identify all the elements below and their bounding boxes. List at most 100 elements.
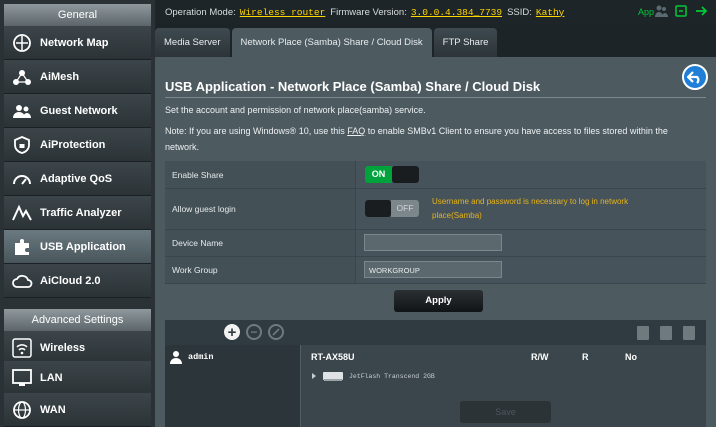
sidebar-item-label: AiMesh	[40, 70, 80, 83]
tab-ftp-share[interactable]: FTP Share	[433, 28, 498, 57]
note-text-2: to enable SMBv1 Client to ensure you hav…	[365, 126, 668, 136]
sidebar-item-label: Network Map	[40, 36, 109, 49]
sidebar-item-guest-network[interactable]: Guest Network	[4, 94, 151, 128]
sidebar-item-adaptive-qos[interactable]: Adaptive QoS	[4, 162, 151, 196]
expand-arrow-icon[interactable]	[311, 373, 317, 379]
apply-button[interactable]: Apply	[394, 290, 483, 312]
enable-share-label: Enable Share	[172, 170, 224, 180]
general-header: General	[4, 4, 151, 26]
sidebar-item-label: LAN	[40, 371, 63, 384]
sidebar-item-label: Guest Network	[40, 104, 118, 117]
tab-media-server[interactable]: Media Server	[155, 28, 230, 57]
toggle-knob	[392, 166, 419, 183]
remove-user-icon[interactable]: −	[246, 324, 262, 340]
user-icon	[170, 351, 182, 364]
work-group-label: Work Group	[172, 265, 218, 275]
device-name-label: Device Name	[172, 238, 224, 248]
add-user-icon[interactable]: +	[224, 324, 240, 340]
wifi-icon	[11, 337, 33, 359]
tab-strip: Media Server Network Place (Samba) Share…	[155, 28, 498, 57]
speedometer-icon	[11, 168, 33, 190]
sidebar-item-lan[interactable]: LAN	[4, 361, 151, 395]
add-folder-icon[interactable]	[637, 326, 649, 340]
toggle-knob	[365, 200, 391, 217]
sidebar-item-wan[interactable]: WAN	[4, 393, 151, 427]
guest-login-note: Username and password is necessary to lo…	[432, 197, 629, 220]
enable-share-row: Enable Share ON	[165, 161, 706, 189]
users-icon[interactable]	[654, 4, 668, 18]
user-list: admin	[165, 345, 301, 427]
share-toolbar: + −	[165, 320, 706, 345]
usb-status-icon[interactable]	[674, 4, 688, 18]
windows-note-line2: network.	[165, 142, 200, 152]
device-name-row: Device Name	[165, 230, 706, 257]
title-divider	[165, 97, 706, 98]
aimesh-icon	[11, 66, 33, 88]
sidebar-item-label: Adaptive QoS	[40, 172, 113, 185]
advanced-settings-header: Advanced Settings	[4, 309, 151, 331]
toggle-off-label: OFF	[391, 200, 419, 217]
row-label-cell: Enable Share	[165, 161, 356, 188]
page-title: USB Application - Network Place (Samba) …	[165, 79, 541, 94]
sidebar-item-traffic-analyzer[interactable]: Traffic Analyzer	[4, 196, 151, 230]
row-label-cell: Allow guest login	[165, 189, 356, 229]
back-arrow-icon	[687, 71, 700, 84]
network-status-icon[interactable]	[694, 4, 710, 18]
sidebar-item-label: WAN	[40, 403, 66, 416]
ssid-label: SSID:	[507, 6, 532, 18]
sidebar: General Network Map AiMesh Guest Network…	[0, 0, 155, 427]
status-icons	[654, 4, 710, 18]
enable-share-toggle[interactable]: ON	[365, 166, 419, 183]
work-group-field[interactable]: WORKGROUP	[364, 261, 502, 278]
usb-drive-icon	[323, 372, 343, 381]
guest-login-label: Allow guest login	[172, 204, 236, 214]
username: admin	[188, 352, 214, 362]
row-label-cell: Device Name	[165, 230, 356, 256]
cloud-icon	[11, 270, 33, 292]
tab-samba-share[interactable]: Network Place (Samba) Share / Cloud Disk	[231, 28, 432, 57]
row-label-cell: Work Group	[165, 257, 356, 283]
back-button[interactable]	[682, 64, 708, 90]
sidebar-item-network-map[interactable]: Network Map	[4, 26, 151, 60]
status-bar: Operation Mode: Wireless router Firmware…	[155, 0, 716, 24]
permission-r-header: R	[582, 352, 589, 362]
toggle-on-label: ON	[365, 166, 392, 183]
drive-name: JetFlash Transcend 2GB	[349, 372, 435, 380]
lan-icon	[11, 367, 33, 389]
share-permissions-panel: + − admin RT-AX58U R/W R No JetFlash Tra…	[165, 320, 706, 427]
note-text: Note: If you are using Windows® 10, use …	[165, 126, 348, 136]
modify-folder-icon[interactable]	[683, 326, 695, 340]
sidebar-item-aimesh[interactable]: AiMesh	[4, 60, 151, 94]
device-name-header: RT-AX58U	[311, 352, 355, 362]
work-group-row: Work Group WORKGROUP	[165, 257, 706, 284]
operation-mode-label: Operation Mode:	[165, 6, 236, 18]
network-map-icon	[11, 32, 33, 54]
usb-puzzle-icon	[11, 236, 33, 258]
permission-no-header: No	[625, 352, 637, 362]
globe-icon	[11, 399, 33, 421]
user-list-item[interactable]: admin	[169, 350, 214, 364]
main-panel: USB Application - Network Place (Samba) …	[155, 57, 716, 427]
firmware-label: Firmware Version:	[330, 6, 407, 18]
guest-login-toggle[interactable]: OFF	[365, 200, 419, 217]
save-button[interactable]: Save	[460, 401, 551, 423]
app-link[interactable]: App	[638, 7, 654, 17]
edit-user-icon[interactable]	[268, 324, 284, 340]
drive-list-item[interactable]: JetFlash Transcend 2GB	[311, 370, 435, 382]
operation-mode-link[interactable]: Wireless router	[240, 7, 326, 18]
sidebar-item-label: Traffic Analyzer	[40, 206, 122, 219]
sidebar-item-wireless[interactable]: Wireless	[4, 331, 151, 365]
firmware-link[interactable]: 3.0.0.4.384_7739	[411, 7, 502, 18]
sidebar-item-usb-application[interactable]: USB Application	[4, 230, 151, 264]
permission-rw-header: R/W	[531, 352, 549, 362]
description-text: Set the account and permission of networ…	[165, 105, 426, 115]
faq-link[interactable]: FAQ	[347, 126, 365, 136]
sidebar-item-aicloud[interactable]: AiCloud 2.0	[4, 264, 151, 298]
sidebar-item-label: AiProtection	[40, 138, 106, 151]
ssid-link[interactable]: Kathy	[536, 7, 565, 18]
device-name-field[interactable]	[364, 234, 502, 251]
guest-login-row: Allow guest login OFF Username and passw…	[165, 189, 706, 230]
sidebar-item-aiprotection[interactable]: AiProtection	[4, 128, 151, 162]
delete-folder-icon[interactable]	[660, 326, 672, 340]
traffic-analyzer-icon	[11, 202, 33, 224]
